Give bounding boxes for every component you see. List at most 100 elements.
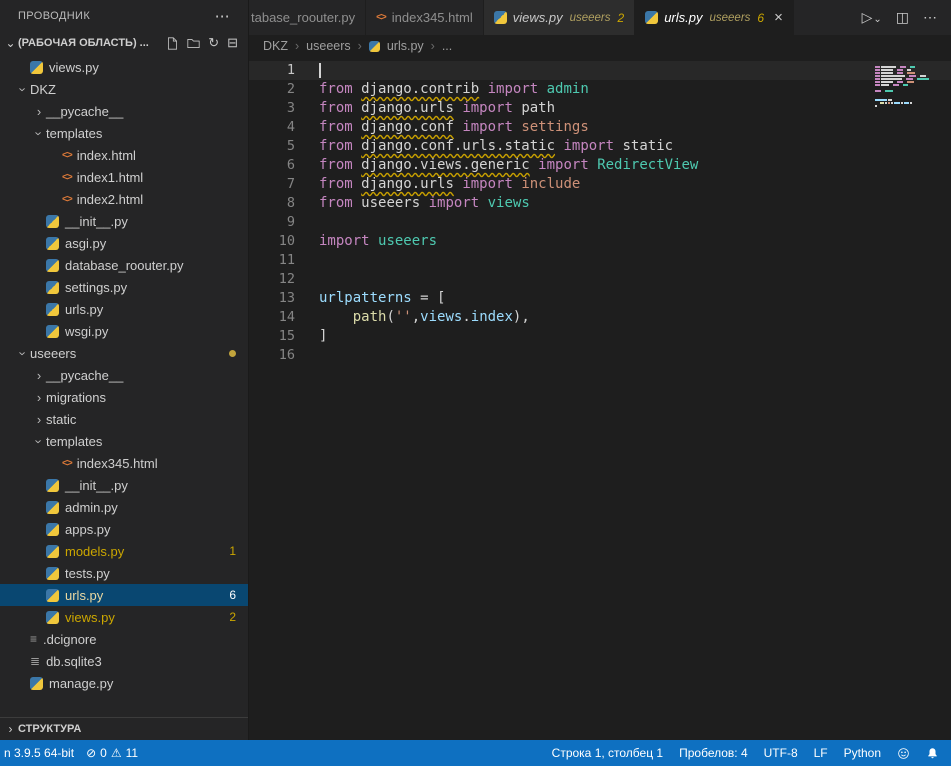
line-number: 8 [249, 194, 295, 213]
tree-item-database_roouter.py[interactable]: database_roouter.py [0, 254, 248, 276]
chevron-right-icon: › [32, 390, 46, 405]
tree-item-apps.py[interactable]: apps.py [0, 518, 248, 540]
code-line-9[interactable]: 9 [249, 213, 951, 232]
tree-item-index2.html[interactable]: <>index2.html [0, 188, 248, 210]
more-actions-button[interactable]: ⋯ [923, 9, 937, 26]
code-line-13[interactable]: 13urlpatterns = [ [249, 289, 951, 308]
run-button[interactable]: ▷ ⌄ [862, 9, 882, 26]
tree-item-wsgi.py[interactable]: wsgi.py [0, 320, 248, 342]
refresh-icon[interactable]: ↻ [208, 35, 219, 51]
file-label: settings.py [65, 280, 127, 295]
tree-item-static[interactable]: ›static [0, 408, 248, 430]
tree-item-.dcignore[interactable]: ≡.dcignore [0, 628, 248, 650]
file-label: wsgi.py [65, 324, 108, 339]
code-line-14[interactable]: 14 path('',views.index), [249, 308, 951, 327]
code-line-5[interactable]: 5from django.conf.urls.static import sta… [249, 137, 951, 156]
tree-item-__init__.py[interactable]: __init__.py [0, 210, 248, 232]
outline-section-header[interactable]: › СТРУКТУРА [0, 717, 248, 740]
tab-bar: tabase_roouter.py<>index345.htmlviews.py… [249, 0, 951, 35]
tree-item-templates[interactable]: ›templates [0, 122, 248, 144]
breadcrumb-separator-icon: › [358, 39, 362, 53]
tab-detail: useeers [570, 12, 611, 24]
breadcrumb-item-DKZ[interactable]: DKZ [263, 39, 288, 53]
code-line-1[interactable]: 1 [249, 61, 951, 80]
problems-status[interactable]: ⊘ 0 ⚠ 11 [86, 746, 138, 760]
tree-item-admin.py[interactable]: admin.py [0, 496, 248, 518]
tree-item-settings.py[interactable]: settings.py [0, 276, 248, 298]
chevron-down-icon: ⌄ [873, 14, 881, 25]
tree-item-__pycache__[interactable]: ›__pycache__ [0, 100, 248, 122]
collapse-all-icon[interactable]: ⊟ [227, 35, 238, 51]
tree-item-index345.html[interactable]: <>index345.html [0, 452, 248, 474]
tab-tabase_roouter.py[interactable]: tabase_roouter.py [249, 0, 366, 35]
tree-item-tests.py[interactable]: tests.py [0, 562, 248, 584]
new-file-icon[interactable] [166, 37, 179, 50]
code-text: import useeers [295, 232, 437, 251]
tree-item-DKZ[interactable]: ›DKZ [0, 78, 248, 100]
tree-item-__pycache__[interactable]: ›__pycache__ [0, 364, 248, 386]
file-label: manage.py [49, 676, 113, 691]
tree-item-index.html[interactable]: <>index.html [0, 144, 248, 166]
chevron-down-icon: › [16, 82, 31, 96]
code-text [295, 346, 319, 365]
python-version-status[interactable]: n 3.9.5 64-bit [4, 746, 74, 760]
minimap[interactable] [873, 61, 951, 113]
tree-item-views.py[interactable]: views.py [0, 56, 248, 78]
code-text [295, 213, 319, 232]
file-tree: views.py›DKZ›__pycache__›templates<>inde… [0, 54, 248, 717]
warning-icon: ⚠ [111, 746, 122, 760]
new-folder-icon[interactable] [187, 37, 200, 50]
tree-item-urls.py[interactable]: urls.py [0, 298, 248, 320]
code-line-7[interactable]: 7from django.urls import include [249, 175, 951, 194]
tab-views.py[interactable]: views.pyuseeers2 [484, 0, 635, 35]
code-line-15[interactable]: 15] [249, 327, 951, 346]
breadcrumb: DKZ›useeers›urls.py›... [249, 35, 951, 57]
code-line-4[interactable]: 4from django.conf import settings [249, 118, 951, 137]
tree-item-index1.html[interactable]: <>index1.html [0, 166, 248, 188]
file-label: index.html [77, 148, 136, 163]
feedback-smiley-icon[interactable] [897, 747, 910, 760]
cursor-position-status[interactable]: Строка 1, столбец 1 [552, 746, 663, 760]
tab-index345.html[interactable]: <>index345.html [366, 0, 484, 35]
tree-item-models.py[interactable]: models.py1 [0, 540, 248, 562]
language-mode-status[interactable]: Python [844, 746, 881, 760]
close-icon[interactable]: × [774, 10, 783, 25]
panel-more-actions-button[interactable]: ⋯ [215, 7, 230, 25]
tree-item-useeers[interactable]: ›useeers [0, 342, 248, 364]
code-line-12[interactable]: 12 [249, 270, 951, 289]
breadcrumb-item-useeers[interactable]: useeers [306, 39, 350, 53]
tree-item-__init__.py[interactable]: __init__.py [0, 474, 248, 496]
breadcrumb-item-urls.py[interactable]: urls.py [387, 39, 424, 53]
code-line-3[interactable]: 3from django.urls import path [249, 99, 951, 118]
tree-item-db.sqlite3[interactable]: ≣db.sqlite3 [0, 650, 248, 672]
code-line-16[interactable]: 16 [249, 346, 951, 365]
eol-status[interactable]: LF [814, 746, 828, 760]
code-line-8[interactable]: 8from useeers import views [249, 194, 951, 213]
tree-item-views.py[interactable]: views.py2 [0, 606, 248, 628]
indentation-status[interactable]: Пробелов: 4 [679, 746, 748, 760]
code-line-11[interactable]: 11 [249, 251, 951, 270]
chevron-down-icon: ⌄ [3, 36, 18, 50]
encoding-status[interactable]: UTF-8 [764, 746, 798, 760]
tree-item-asgi.py[interactable]: asgi.py [0, 232, 248, 254]
code-line-10[interactable]: 10import useeers [249, 232, 951, 251]
file-label: DKZ [30, 82, 56, 97]
code-line-2[interactable]: 2from django.contrib import admin [249, 80, 951, 99]
notifications-bell-icon[interactable] [926, 747, 939, 760]
tab-label: urls.py [664, 10, 702, 25]
code-text: from django.urls import include [295, 175, 580, 194]
tree-item-manage.py[interactable]: manage.py [0, 672, 248, 694]
tab-urls.py[interactable]: urls.pyuseeers6× [635, 0, 794, 35]
code-editor-container[interactable]: 12from django.contrib import admin3from … [249, 57, 951, 740]
split-editor-button[interactable]: ◫ [896, 9, 909, 26]
tree-item-templates[interactable]: ›templates [0, 430, 248, 452]
tree-item-migrations[interactable]: ›migrations [0, 386, 248, 408]
breadcrumb-item-...[interactable]: ... [442, 39, 452, 53]
panel-title-label: ПРОВОДНИК [18, 10, 90, 22]
workspace-section-header[interactable]: ⌄ (РАБОЧАЯ ОБЛАСТЬ) ... ↻ ⊟ [0, 32, 248, 54]
file-label: __pycache__ [46, 104, 123, 119]
tab-strip: tabase_roouter.py<>index345.htmlviews.py… [249, 0, 794, 35]
code-line-6[interactable]: 6from django.views.generic import Redire… [249, 156, 951, 175]
tree-item-urls.py[interactable]: urls.py6 [0, 584, 248, 606]
file-label: asgi.py [65, 236, 106, 251]
